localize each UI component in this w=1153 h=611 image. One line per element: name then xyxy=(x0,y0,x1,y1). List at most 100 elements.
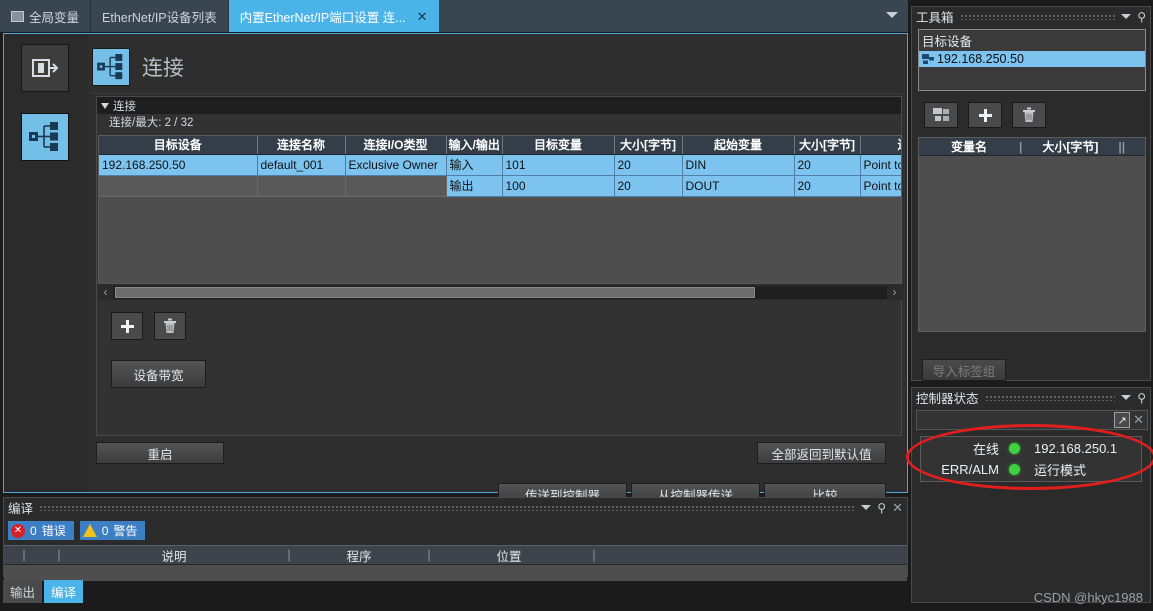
chevron-down-icon[interactable] xyxy=(886,12,898,18)
cell-target-variable[interactable]: 100 xyxy=(502,175,615,197)
status-row-online: 在线 192.168.250.1 xyxy=(921,438,1141,459)
tab-global-variables[interactable]: 全局变量 xyxy=(0,0,92,32)
rail-item-connection[interactable] xyxy=(21,113,69,161)
compile-grid-body[interactable] xyxy=(4,565,907,581)
col-connection-name[interactable]: 连接名称 xyxy=(257,136,346,155)
status-value: 192.168.250.1 xyxy=(1034,441,1118,456)
warning-count: 0 xyxy=(101,523,109,538)
import-tag-set-button[interactable]: 导入标签组 xyxy=(922,359,1006,381)
grid-icon xyxy=(11,10,24,22)
cell-connection[interactable]: Point to xyxy=(860,154,901,176)
close-icon[interactable]: ✕ xyxy=(417,10,428,23)
status-value: 运行模式 xyxy=(1034,463,1087,478)
col-target-variable[interactable]: 目标变量 xyxy=(502,136,615,155)
col-origin-size[interactable]: 大小[字节] xyxy=(794,136,861,155)
scrollbar-thumb[interactable] xyxy=(115,286,755,298)
cell-origin-size[interactable]: 20 xyxy=(794,175,861,197)
col-io-type[interactable]: 连接I/O类型 xyxy=(345,136,447,155)
cell-io-type[interactable] xyxy=(345,175,447,197)
error-label: 错误 xyxy=(41,524,66,538)
error-badge[interactable]: ✕ 0 错误 xyxy=(8,521,74,540)
col-program[interactable]: 程序 xyxy=(304,546,414,565)
application-window: 全局变量 EtherNet/IP设备列表 内置EtherNet/IP端口设置 连… xyxy=(0,0,1153,611)
cell-origin-size[interactable]: 20 xyxy=(794,154,861,176)
plus-icon xyxy=(120,319,134,333)
tab-compile[interactable]: 编译 xyxy=(44,580,84,603)
controller-status-toolbar: ↗ ✕ xyxy=(916,410,1148,430)
cell-connection-name[interactable]: default_001 xyxy=(257,154,346,176)
trash-icon xyxy=(1023,107,1035,122)
expand-icon[interactable]: ↗ xyxy=(1114,412,1131,428)
cell-connection-name[interactable] xyxy=(257,175,346,197)
cell-connection[interactable]: Point to xyxy=(860,175,901,197)
chevron-down-icon[interactable] xyxy=(1121,14,1132,19)
pin-icon[interactable]: ⚲ xyxy=(1137,391,1146,405)
error-icon: ✕ xyxy=(11,523,25,538)
scrollbar-track[interactable] xyxy=(113,285,887,299)
list-item-label: 192.168.250.50 xyxy=(937,52,1024,66)
connection-grid[interactable]: 目标设备 连接名称 连接I/O类型 输入/输出 目标变量 大小[字节] 起始变量… xyxy=(98,135,902,299)
list-item[interactable]: 192.168.250.50 xyxy=(919,51,1145,67)
reset-to-defaults-button[interactable]: 全部返回到默认值 xyxy=(757,442,886,464)
delete-device-button[interactable] xyxy=(1012,102,1046,128)
compile-badge-group: ✕ 0 错误 0 警告 xyxy=(4,517,907,540)
cell-origin-variable[interactable]: DIN xyxy=(682,154,795,176)
close-icon[interactable]: ✕ xyxy=(1133,412,1144,428)
restart-button[interactable]: 重启 xyxy=(96,442,224,464)
col-target-device[interactable]: 目标设备 xyxy=(99,136,258,155)
col-variable-name[interactable]: 变量名 xyxy=(919,138,1019,155)
cell-origin-variable[interactable]: DOUT xyxy=(682,175,795,197)
tab-builtin-ethernet-ip-port-settings[interactable]: 内置EtherNet/IP端口设置 连... ✕ xyxy=(228,0,439,32)
editor-icon-rail xyxy=(4,34,88,492)
cell-direction[interactable]: 输入 xyxy=(446,154,503,176)
target-device-list[interactable]: 目标设备 192.168.250.50 xyxy=(918,29,1146,91)
target-device-list-header: 目标设备 xyxy=(922,35,973,49)
controller-status-body: 在线 192.168.250.1 ERR/ALM 运行模式 xyxy=(920,436,1142,482)
add-connection-button[interactable] xyxy=(111,312,143,340)
col-connection[interactable]: 连接 xyxy=(860,136,901,155)
add-device-button[interactable] xyxy=(968,102,1002,128)
chevron-down-icon[interactable] xyxy=(861,505,872,510)
cell-target-size[interactable]: 20 xyxy=(614,154,683,176)
cell-target-device[interactable]: 192.168.250.50 xyxy=(99,154,258,176)
device-icon xyxy=(922,54,934,64)
cell-io-type[interactable]: Exclusive Owner xyxy=(345,154,447,176)
tag-variable-grid[interactable]: 变量名 | 大小[字节] | | xyxy=(918,137,1146,332)
grid-horizontal-scrollbar[interactable]: ‹ › xyxy=(98,283,902,300)
compile-panel: 编译 ⚲ ✕ ✕ 0 错误 0 警告 | | 说明 | 程序 | 位置 | xyxy=(3,497,908,581)
trash-icon xyxy=(164,318,176,333)
plus-icon xyxy=(978,108,992,122)
cell-direction[interactable]: 输出 xyxy=(446,175,503,197)
controller-status-panel: 控制器状态 ⚲ ↗ ✕ 在线 192.168.250.1 ERR/ALM 运行模… xyxy=(906,387,1153,603)
table-row[interactable]: 输出 100 20 DOUT 20 Point to xyxy=(99,175,901,197)
delete-connection-button[interactable] xyxy=(154,312,186,340)
register-device-button[interactable] xyxy=(924,102,958,128)
col-origin-variable[interactable]: 起始变量 xyxy=(682,136,795,155)
col-description[interactable]: 说明 xyxy=(74,546,274,565)
col-variable-size[interactable]: 大小[字节] xyxy=(1022,138,1118,155)
chevron-down-icon[interactable] xyxy=(1121,395,1132,400)
scroll-left-icon[interactable]: ‹ xyxy=(98,285,113,300)
grid-header-row: 目标设备 连接名称 连接I/O类型 输入/输出 目标变量 大小[字节] 起始变量… xyxy=(99,136,901,155)
col-location[interactable]: 位置 xyxy=(444,546,574,565)
tab-output[interactable]: 输出 xyxy=(3,580,43,603)
pin-icon[interactable]: ⚲ xyxy=(1137,10,1146,24)
close-icon[interactable]: ✕ xyxy=(892,500,903,516)
tab-ethernet-ip-device-list[interactable]: EtherNet/IP设备列表 xyxy=(91,0,229,32)
table-row[interactable]: 192.168.250.50 default_001 Exclusive Own… xyxy=(99,154,901,176)
col-direction[interactable]: 输入/输出 xyxy=(446,136,503,155)
cell-target-variable[interactable]: 101 xyxy=(502,154,615,176)
warning-badge[interactable]: 0 警告 xyxy=(79,521,146,540)
tab-label: 内置EtherNet/IP端口设置 连... xyxy=(239,10,406,25)
cell-target-device[interactable] xyxy=(99,175,258,197)
pin-icon[interactable]: ⚲ xyxy=(877,501,886,515)
scroll-right-icon[interactable]: › xyxy=(887,285,902,300)
rail-item-port-settings[interactable] xyxy=(21,44,69,92)
warning-label: 警告 xyxy=(113,524,138,538)
device-bandwidth-button[interactable]: 设备带宽 xyxy=(111,360,206,388)
group-box-header[interactable]: 连接 xyxy=(97,97,901,114)
col-target-size[interactable]: 大小[字节] xyxy=(614,136,683,155)
title-dots xyxy=(959,13,1116,20)
port-settings-icon xyxy=(32,59,59,77)
cell-target-size[interactable]: 20 xyxy=(614,175,683,197)
